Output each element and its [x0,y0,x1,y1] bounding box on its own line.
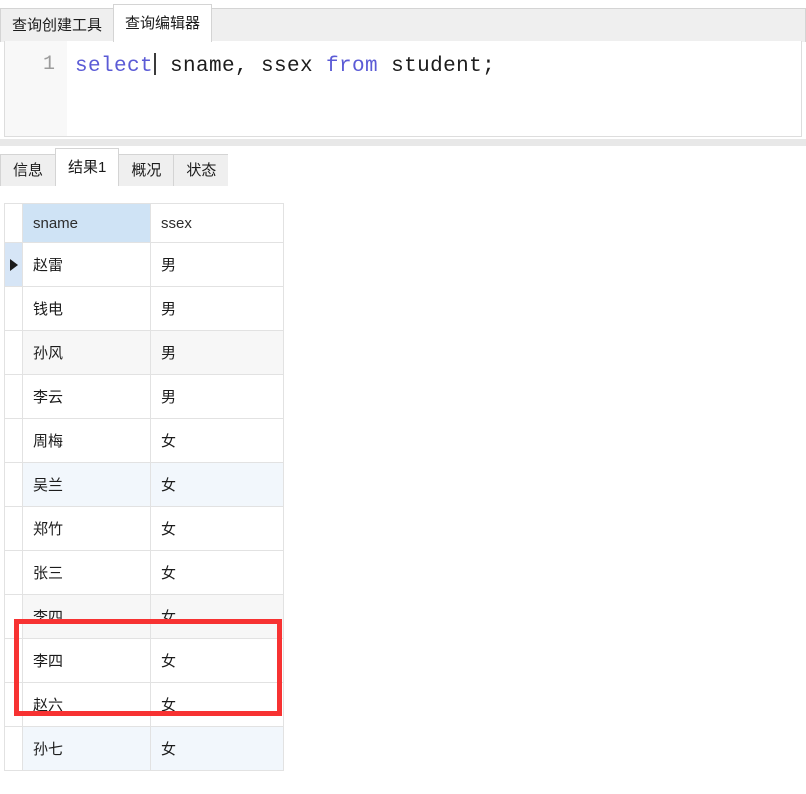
row-pointer-triangle-icon [9,259,18,272]
cell-sname[interactable]: 吴兰 [22,462,151,507]
cell-sname[interactable]: 周梅 [22,418,151,463]
row-pointer-cell[interactable] [4,638,23,683]
row-pointer-cell[interactable] [4,550,23,595]
row-pointer-cell[interactable] [4,506,23,551]
sql-table: student; [378,55,496,78]
row-selector-header [4,203,23,243]
sql-keyword-select: select [75,55,154,78]
row-pointer-cell[interactable] [4,330,23,375]
table-row[interactable]: 周梅 女 [4,418,284,463]
row-pointer-cell[interactable] [4,462,23,507]
table-row[interactable]: 赵雷 男 [4,242,284,287]
sql-keyword-from: from [326,55,379,78]
grid-body: 赵雷 男 钱电 男 孙风 男 李云 男 周梅 女 吴兰 女 郑竹 女 张三 女 … [4,242,284,771]
sql-code-line[interactable]: select sname, ssex from student; [75,53,495,78]
cell-ssex[interactable]: 女 [150,506,284,551]
column-header-sname[interactable]: sname [22,203,151,243]
table-row[interactable]: 张三 女 [4,550,284,595]
cell-ssex[interactable]: 女 [150,638,284,683]
table-row[interactable]: 吴兰 女 [4,462,284,507]
grid-header-row: sname ssex [4,203,284,243]
column-header-ssex[interactable]: ssex [150,203,284,243]
cell-ssex[interactable]: 女 [150,418,284,463]
row-pointer-cell[interactable] [4,374,23,419]
tab-query-editor[interactable]: 查询编辑器 [113,4,213,42]
result-grid[interactable]: sname ssex 赵雷 男 钱电 男 孙风 男 李云 男 周梅 女 吴兰 女… [4,203,284,771]
tab-query-builder[interactable]: 查询创建工具 [0,8,115,42]
cell-ssex[interactable]: 男 [150,286,284,331]
cell-ssex[interactable]: 女 [150,682,284,727]
tab-strip-filler [211,8,806,42]
cell-sname[interactable]: 张三 [22,550,151,595]
cell-sname[interactable]: 钱电 [22,286,151,331]
cell-ssex[interactable]: 女 [150,550,284,595]
cell-ssex[interactable]: 男 [150,330,284,375]
sql-columns: sname, ssex [157,55,327,78]
tab-profile[interactable]: 概况 [118,154,175,186]
cell-sname[interactable]: 孙风 [22,330,151,375]
cell-sname[interactable]: 赵六 [22,682,151,727]
row-pointer-cell[interactable] [4,242,23,287]
tab-result1[interactable]: 结果1 [55,148,120,186]
row-pointer-cell[interactable] [4,594,23,639]
sql-editor[interactable]: 1 select sname, ssex from student; [4,41,802,137]
cell-sname[interactable]: 孙七 [22,726,151,771]
table-row[interactable]: 钱电 男 [4,286,284,331]
cell-sname[interactable]: 李云 [22,374,151,419]
table-row[interactable]: 李四 女 [4,594,284,639]
row-pointer-cell[interactable] [4,286,23,331]
table-row[interactable]: 郑竹 女 [4,506,284,551]
cell-sname[interactable]: 赵雷 [22,242,151,287]
table-row[interactable]: 孙七 女 [4,726,284,771]
row-pointer-cell[interactable] [4,418,23,463]
table-row[interactable]: 孙风 男 [4,330,284,375]
cell-ssex[interactable]: 女 [150,594,284,639]
cell-ssex[interactable]: 女 [150,726,284,771]
cell-sname[interactable]: 李四 [22,638,151,683]
row-pointer-cell[interactable] [4,682,23,727]
cell-ssex[interactable]: 男 [150,374,284,419]
row-pointer-cell[interactable] [4,726,23,771]
cell-ssex[interactable]: 女 [150,462,284,507]
line-number-1: 1 [42,53,55,76]
result-tab-strip-filler [228,154,806,186]
result-tab-strip: 信息 结果1 概况 状态 [0,146,806,186]
cell-sname[interactable]: 郑竹 [22,506,151,551]
table-row[interactable]: 李云 男 [4,374,284,419]
editor-tab-strip: 查询创建工具 查询编辑器 [0,0,806,42]
cell-ssex[interactable]: 男 [150,242,284,287]
table-row[interactable]: 赵六 女 [4,682,284,727]
tab-info[interactable]: 信息 [0,154,57,186]
cell-sname[interactable]: 李四 [22,594,151,639]
panel-splitter[interactable] [0,139,806,146]
text-caret [154,53,157,75]
table-row[interactable]: 李四 女 [4,638,284,683]
tab-status[interactable]: 状态 [173,154,230,186]
